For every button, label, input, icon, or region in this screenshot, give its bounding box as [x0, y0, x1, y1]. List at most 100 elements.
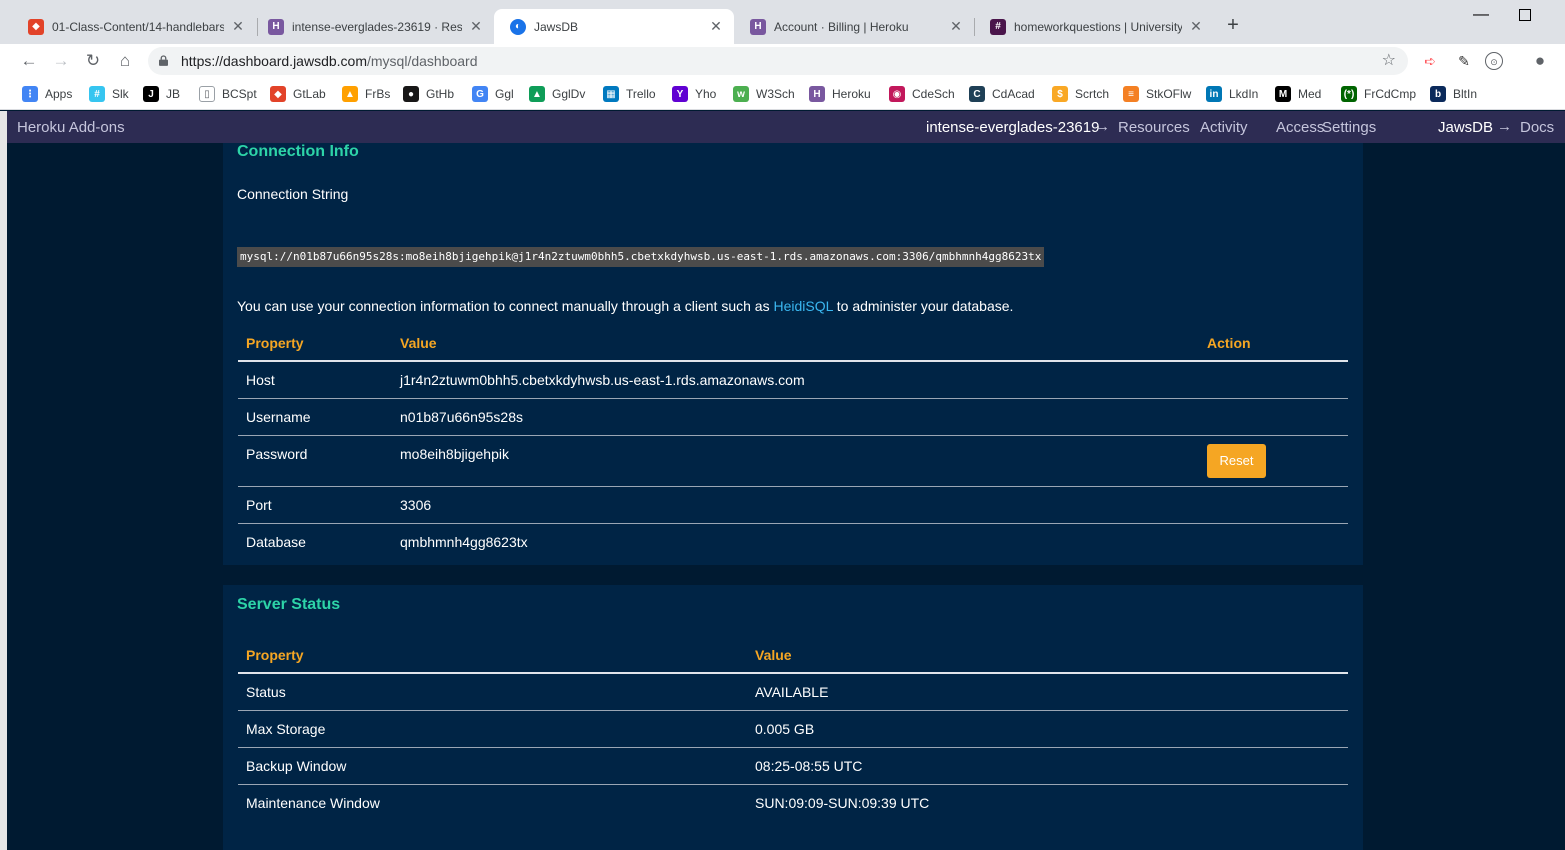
connection-table: Property Value Action Host j1r4n2ztuwm0b…	[238, 333, 1348, 563]
url-text: https://dashboard.jawsdb.com/mysql/dashb…	[181, 53, 478, 69]
bookmark-label: Apps	[45, 87, 73, 101]
close-icon[interactable]: ✕	[468, 18, 484, 35]
bookmark-label: StkOFlw	[1146, 87, 1192, 101]
bookmark-label: Slk	[112, 87, 129, 101]
bookmark-jb[interactable]: J JB	[143, 85, 180, 103]
forward-icon[interactable]: →	[50, 50, 72, 72]
bookmark-cdacad[interactable]: C CdAcad	[969, 85, 1035, 103]
extension-icon[interactable]: ⊙	[1485, 52, 1503, 70]
tab-jawsdb[interactable]: ◐ JawsDB ✕	[494, 9, 734, 44]
bookmark-lkdin[interactable]: in LkdIn	[1206, 85, 1258, 103]
close-icon[interactable]: ✕	[1188, 18, 1204, 35]
server-status-heading: Server Status	[237, 596, 341, 613]
close-icon[interactable]: ✕	[708, 18, 724, 35]
app-name-link[interactable]: intense-everglades-23619	[926, 119, 1099, 136]
bookmark-gthb[interactable]: ● GtHb	[403, 85, 454, 103]
bookmark-gtlab[interactable]: ◆ GtLab	[270, 85, 326, 103]
bookmark-star-icon[interactable]: ☆	[1382, 50, 1396, 70]
bookmark-apps[interactable]: ⋮ Apps	[22, 85, 72, 103]
value-cell: 0.005 GB	[755, 721, 815, 737]
new-tab-button[interactable]: +	[1222, 14, 1244, 36]
property-cell: Host	[246, 372, 275, 388]
tab-slack[interactable]: # homeworkquestions | University ✕	[974, 9, 1214, 44]
reset-password-button[interactable]: Reset	[1207, 444, 1266, 478]
tab-title: homeworkquestions | University	[1014, 19, 1182, 34]
tab-title: JawsDB	[534, 19, 579, 34]
maximize-icon[interactable]	[1519, 9, 1531, 21]
home-icon[interactable]: ⌂	[114, 50, 136, 72]
table-row: Port 3306	[238, 487, 1348, 524]
close-icon[interactable]: ✕	[230, 18, 246, 35]
heroku-addons-bar: Heroku Add-ons intense-everglades-23619 …	[7, 111, 1565, 143]
docs-link[interactable]: Docs	[1520, 119, 1554, 136]
addon-name-link[interactable]: JawsDB	[1438, 119, 1493, 136]
connection-string-value[interactable]: mysql://n01b87u66n95s28s:mo8eih8bjigehpi…	[237, 247, 1045, 267]
lkdin-icon: in	[1206, 86, 1222, 102]
tab-title: 01-Class-Content/14-handlebars	[52, 19, 224, 34]
reload-icon[interactable]: ↻	[82, 50, 104, 72]
ggl-icon: G	[472, 86, 488, 102]
bookmark-trello[interactable]: ▦ Trello	[603, 85, 656, 103]
tab-title: Account · Billing | Heroku	[774, 19, 909, 34]
bookmark-ggl[interactable]: G Ggl	[472, 85, 514, 103]
bookmark-med[interactable]: M Med	[1275, 85, 1321, 103]
stkoflw-icon: ≡	[1123, 86, 1139, 102]
bookmark-yho[interactable]: Y Yho	[672, 85, 716, 103]
heroku-icon: H	[750, 18, 766, 35]
bookmark-slk[interactable]: # Slk	[89, 85, 129, 103]
browser-toolbar: ← → ↻ ⌂ https://dashboard.jawsdb.com/mys…	[0, 44, 1565, 78]
arrow-icon: →	[1095, 118, 1110, 135]
bookmark-label: Scrtch	[1075, 87, 1110, 101]
jawsdb-icon: ◐	[510, 18, 526, 35]
address-bar[interactable]: https://dashboard.jawsdb.com/mysql/dashb…	[148, 47, 1408, 75]
extension-icon[interactable]: ➪	[1421, 52, 1439, 70]
bookmark-label: BCSpt	[222, 87, 257, 101]
bookmark-w3sch[interactable]: w W3Sch	[733, 85, 795, 103]
nav-access[interactable]: Access	[1276, 119, 1324, 136]
nav-activity[interactable]: Activity	[1200, 119, 1248, 136]
value-cell: n01b87u66n95s28s	[400, 409, 524, 425]
column-header-property: Property	[246, 647, 304, 663]
heidisql-link[interactable]: HeidiSQL	[773, 298, 832, 314]
close-icon[interactable]: ✕	[948, 18, 964, 35]
bookmark-cdesch[interactable]: ◉ CdeSch	[889, 85, 955, 103]
bookmark-label: FrCdCmp	[1364, 87, 1417, 101]
lock-icon	[159, 55, 168, 66]
bookmark-frcdcmp[interactable]: (*) FrCdCmp	[1341, 85, 1416, 103]
scrtch-icon: $	[1052, 86, 1068, 102]
table-row: Maintenance Window SUN:09:09-SUN:09:39 U…	[238, 785, 1348, 822]
bookmark-label: Med	[1298, 87, 1322, 101]
bookmark-label: CdeSch	[912, 87, 955, 101]
profile-icon[interactable]: ●	[1531, 52, 1549, 70]
yho-icon: Y	[672, 86, 688, 102]
heroku-addons-link[interactable]: Heroku Add-ons	[17, 119, 125, 136]
column-header-value: Value	[755, 647, 792, 663]
bookmark-scrtch[interactable]: $ Scrtch	[1052, 85, 1109, 103]
bookmark-frbs[interactable]: ▲ FrBs	[342, 85, 390, 103]
property-cell: Port	[246, 497, 272, 513]
column-header-property: Property	[246, 335, 304, 351]
bcspt-icon: ▯	[199, 86, 215, 102]
minimize-icon[interactable]: —	[1473, 6, 1489, 24]
tab-heroku-resources[interactable]: H intense-everglades-23619 · Reso ✕	[252, 9, 494, 44]
table-row: Host j1r4n2ztuwm0bhh5.cbetxkdyhwsb.us-ea…	[238, 362, 1348, 399]
url-host: https://dashboard.jawsdb.com	[181, 53, 367, 69]
bookmark-bltin[interactable]: b BltIn	[1430, 85, 1477, 103]
back-icon[interactable]: ←	[18, 50, 40, 72]
tab-heroku-billing[interactable]: H Account · Billing | Heroku ✕	[734, 9, 974, 44]
value-cell: j1r4n2ztuwm0bhh5.cbetxkdyhwsb.us-east-1.…	[400, 372, 805, 388]
server-status-card: Server Status Property Value Status AVAI…	[223, 585, 1363, 850]
cdesch-icon: ◉	[889, 86, 905, 102]
bookmark-bcspt[interactable]: ▯ BCSpt	[199, 85, 257, 103]
tab-gitlab[interactable]: ◆ 01-Class-Content/14-handlebars ✕	[12, 9, 256, 44]
eyedropper-extension-icon[interactable]: ✎	[1455, 52, 1473, 70]
bookmark-stkoflw[interactable]: ≡ StkOFlw	[1123, 85, 1191, 103]
nav-settings[interactable]: Settings	[1322, 119, 1376, 136]
bookmark-ggldv[interactable]: ▲ GglDv	[529, 85, 585, 103]
trello-icon: ▦	[603, 86, 619, 102]
bookmark-heroku[interactable]: H Heroku	[809, 85, 871, 103]
bltin-icon: b	[1430, 86, 1446, 102]
property-cell: Database	[246, 534, 306, 550]
connection-info-heading: Connection Info	[237, 143, 359, 160]
nav-resources[interactable]: Resources	[1118, 119, 1190, 136]
